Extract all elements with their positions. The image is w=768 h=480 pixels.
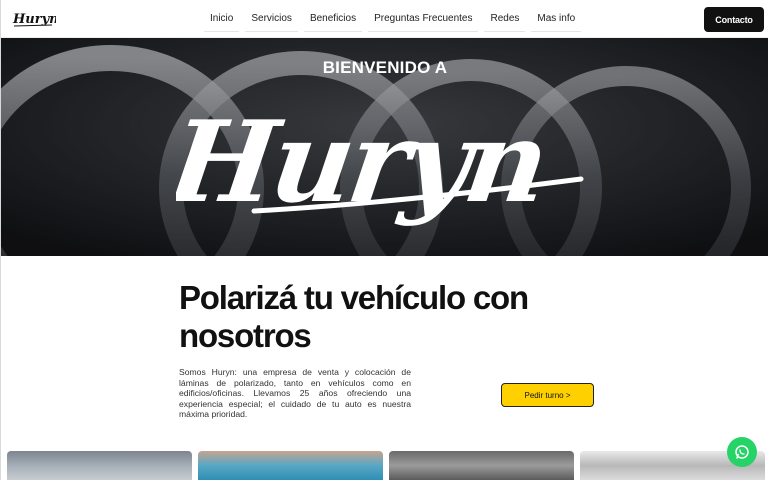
hero-logo: Huryn — [176, 96, 584, 228]
book-appointment-button[interactable]: Pedir turno > — [501, 383, 594, 407]
intro-description: Somos Huryn: una empresa de venta y colo… — [179, 367, 411, 420]
service-card-image[interactable] — [7, 451, 192, 480]
nav-item-redes[interactable]: Redes — [484, 7, 526, 32]
nav-item-servicios[interactable]: Servicios — [245, 7, 298, 32]
hero-welcome-text: BIENVENIDO A — [322, 58, 448, 77]
nav-item-beneficios[interactable]: Beneficios — [303, 7, 363, 32]
navbar: Huryn Inicio Servicios Beneficios Pregun… — [1, 0, 768, 38]
service-cards — [7, 451, 768, 480]
whatsapp-button[interactable] — [727, 437, 757, 467]
whatsapp-icon — [735, 445, 749, 459]
intro-headline: Polarizá tu vehículo con nosotros — [179, 279, 529, 354]
page: Huryn Inicio Servicios Beneficios Pregun… — [0, 0, 768, 480]
svg-text:Huryn: Huryn — [176, 96, 553, 228]
hero-banner: BIENVENIDO A Huryn — [1, 38, 768, 256]
contact-button[interactable]: Contacto — [704, 7, 764, 32]
service-card-image[interactable] — [198, 451, 383, 480]
service-card-image[interactable] — [389, 451, 574, 480]
nav-item-preguntas-frecuentes[interactable]: Preguntas Frecuentes — [368, 7, 479, 32]
nav-item-mas-info[interactable]: Mas info — [531, 7, 582, 32]
nav-item-inicio[interactable]: Inicio — [204, 7, 240, 32]
brand-logo[interactable]: Huryn — [12, 9, 56, 29]
main-menu: Inicio Servicios Beneficios Preguntas Fr… — [201, 0, 584, 38]
